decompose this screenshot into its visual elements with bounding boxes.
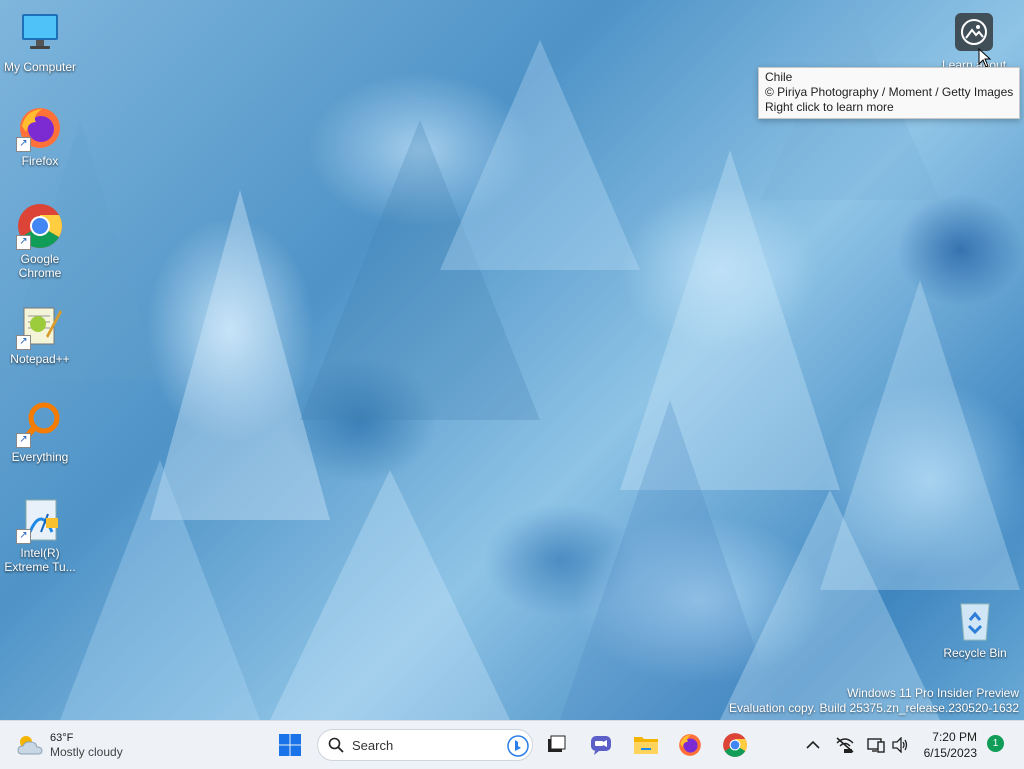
desktop-icon-label: Everything (11, 450, 69, 464)
weather-condition: Mostly cloudy (50, 744, 123, 759)
wallpaper-ice-peak (270, 470, 510, 720)
shortcut-arrow-icon: ↗ (16, 335, 31, 350)
desktop-wallpaper[interactable]: My Computer ↗ Firefox ↗ Google Chrome ↗ … (0, 0, 1024, 720)
watermark-build: Evaluation copy. Build 25375.zn_release.… (729, 700, 1019, 715)
intel-xtu-icon: ↗ (16, 496, 64, 544)
desktop-icon-my-computer[interactable]: My Computer (0, 10, 80, 74)
show-hidden-icons-button[interactable] (803, 735, 823, 755)
tooltip-credit: © Piriya Photography / Moment / Getty Im… (765, 85, 1014, 99)
clock-date: 6/15/2023 (923, 746, 977, 760)
firefox-icon (679, 734, 701, 756)
tooltip-hint: Right click to learn more (765, 100, 894, 114)
chrome-taskbar-button[interactable] (718, 728, 752, 762)
desktop-icon-intel-extreme-tuning[interactable]: ↗ Intel(R) Extreme Tu... (0, 496, 80, 574)
file-explorer-icon (634, 737, 658, 754)
chat-icon (591, 736, 611, 755)
mouse-cursor-icon (978, 48, 992, 68)
search-label: Search (352, 737, 394, 753)
clock-button[interactable]: 7:20 PM 6/15/2023 (924, 729, 977, 761)
desktop-icon-notepad-plus-plus[interactable]: ↗ Notepad++ (0, 302, 80, 366)
desktop-icon-label: Google Chrome (18, 252, 62, 280)
chrome-icon: ↗ (16, 202, 64, 250)
desktop-icon-everything[interactable]: ↗ Everything (0, 400, 80, 464)
desktop-icon-label: Notepad++ (10, 352, 70, 366)
windows-start-icon (279, 734, 301, 756)
shortcut-arrow-icon: ↗ (16, 137, 31, 152)
taskbar-search-box[interactable]: Search (317, 729, 533, 761)
shortcut-arrow-icon: ↗ (16, 235, 31, 250)
desktop-icon-label: My Computer (3, 60, 77, 74)
chrome-icon (723, 733, 747, 757)
recycle-bin-icon (951, 596, 999, 644)
volume-button[interactable] (890, 735, 910, 755)
shortcut-arrow-icon: ↗ (16, 433, 31, 448)
wallpaper-ice-peak (60, 460, 260, 720)
desktop-icon-label: Recycle Bin (943, 646, 1007, 660)
firefox-taskbar-button[interactable] (673, 728, 707, 762)
tooltip-title: Chile (765, 70, 793, 84)
everything-search-icon: ↗ (16, 400, 64, 448)
start-button[interactable] (273, 728, 307, 762)
search-icon (328, 737, 344, 753)
clock-time: 7:20 PM (932, 730, 977, 744)
notepad-plus-plus-icon: ↗ (16, 302, 64, 350)
speaker-icon (892, 737, 908, 753)
weather-widget[interactable]: 63°F Mostly cloudy (16, 729, 123, 761)
file-explorer-button[interactable] (629, 728, 663, 762)
cloudy-weather-icon (17, 736, 43, 755)
bing-icon[interactable] (507, 735, 529, 757)
firefox-icon: ↗ (16, 104, 64, 152)
weather-temperature: 63°F (50, 731, 74, 744)
notification-badge[interactable]: 1 (987, 735, 1004, 752)
chat-button[interactable] (584, 728, 618, 762)
monitor-network-icon (867, 738, 885, 753)
desktop-icon-label: Firefox (21, 154, 59, 168)
monitor-icon (16, 10, 64, 58)
no-internet-icon (836, 737, 854, 753)
task-view-icon (548, 735, 566, 752)
watermark-edition: Windows 11 Pro Insider Preview (847, 686, 1019, 700)
taskbar: 63°F Mostly cloudy Search 7:20 PM 6/15/2… (0, 720, 1024, 769)
wallpaper-ice-peak (440, 40, 640, 270)
learn-about-picture-button[interactable] (955, 13, 993, 51)
wallpaper-info-tooltip: Chile © Piriya Photography / Moment / Ge… (758, 67, 1020, 119)
desktop-icon-label: Intel(R) Extreme Tu... (4, 546, 76, 574)
chevron-up-icon (806, 740, 820, 749)
network-status-button[interactable] (835, 735, 855, 755)
desktop-icon-recycle-bin[interactable]: Recycle Bin (935, 596, 1015, 660)
evaluation-watermark: Windows 11 Pro Insider Preview Evaluatio… (729, 686, 1019, 715)
task-view-button[interactable] (539, 728, 573, 762)
camera-lens-icon (961, 19, 987, 45)
desktop-icon-google-chrome[interactable]: ↗ Google Chrome (0, 202, 80, 280)
shortcut-arrow-icon: ↗ (16, 529, 31, 544)
desktop-icon-firefox[interactable]: ↗ Firefox (0, 104, 80, 168)
device-status-button[interactable] (866, 735, 886, 755)
